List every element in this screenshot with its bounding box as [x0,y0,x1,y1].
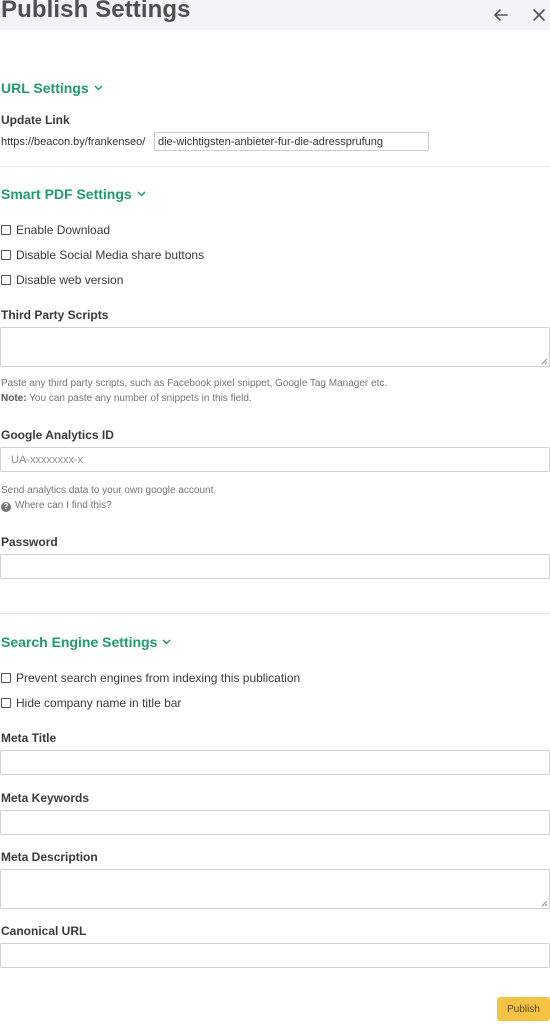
hide-company-name-label: Hide company name in title bar [16,696,182,710]
disable-web-version-checkbox[interactable]: Disable web version [1,273,123,287]
meta-description-label: Meta Description [1,850,98,864]
meta-description-textarea[interactable] [0,869,550,909]
third-party-scripts-label: Third Party Scripts [1,308,109,322]
note-text: You can paste any number of snippets in … [26,393,252,404]
where-find-label: Where can I find this? [15,500,112,511]
disable-social-checkbox[interactable]: Disable Social Media share buttons [1,248,204,262]
back-button[interactable] [492,6,510,24]
checkbox-box[interactable] [1,275,11,285]
url-settings-title: URL Settings [1,80,89,96]
prevent-indexing-label: Prevent search engines from indexing thi… [16,671,301,685]
third-party-note: Note: You can paste any number of snippe… [1,393,252,404]
meta-title-label: Meta Title [1,731,57,745]
disable-web-version-label: Disable web version [16,273,124,287]
arrow-left-icon [494,9,508,21]
publish-button[interactable]: Publish [497,997,550,1021]
panel-header: Publish Settings [0,0,550,30]
question-circle-icon: ? [1,501,11,512]
third-party-help-text: Paste any third party scripts, such as F… [1,378,388,389]
chevron-down-icon [94,85,103,91]
checkbox-box[interactable] [1,250,11,260]
checkbox-box[interactable] [1,698,11,708]
chevron-down-icon [137,191,146,197]
url-prefix: https://beacon.by/frankenseo/ [1,136,146,148]
url-slug-input[interactable] [154,132,429,151]
url-settings-toggle[interactable]: URL Settings [1,80,103,96]
page-title: Publish Settings [1,0,191,23]
section-divider [0,613,550,614]
chevron-down-icon [162,639,171,645]
analytics-help-text: Send analytics data to your own google a… [1,485,214,496]
canonical-url-input[interactable] [0,943,550,968]
enable-download-label: Enable Download [16,223,111,237]
checkbox-box[interactable] [1,225,11,235]
google-analytics-label: Google Analytics ID [1,428,114,442]
where-find-link[interactable]: ? Where can I find this? [1,500,112,512]
meta-title-input[interactable] [0,750,550,775]
checkbox-box[interactable] [1,673,11,683]
password-input[interactable] [0,554,550,579]
note-label: Note: [1,393,27,404]
enable-download-checkbox[interactable]: Enable Download [1,223,110,237]
hide-company-name-checkbox[interactable]: Hide company name in title bar [1,696,181,710]
google-analytics-input[interactable] [0,447,550,472]
password-label: Password [1,535,58,549]
close-button[interactable] [530,6,548,24]
section-divider [0,166,550,167]
meta-keywords-input[interactable] [0,810,550,835]
search-engine-settings-toggle[interactable]: Search Engine Settings [1,634,171,650]
canonical-url-label: Canonical URL [1,924,87,938]
update-link-label: Update Link [1,113,70,127]
smart-pdf-settings-toggle[interactable]: Smart PDF Settings [1,186,146,202]
search-engine-settings-title: Search Engine Settings [1,634,158,650]
prevent-indexing-checkbox[interactable]: Prevent search engines from indexing thi… [1,671,300,685]
disable-social-label: Disable Social Media share buttons [16,248,205,262]
third-party-scripts-textarea[interactable] [0,327,550,367]
smart-pdf-settings-title: Smart PDF Settings [1,186,132,202]
close-icon [533,9,545,21]
meta-keywords-label: Meta Keywords [1,791,90,805]
